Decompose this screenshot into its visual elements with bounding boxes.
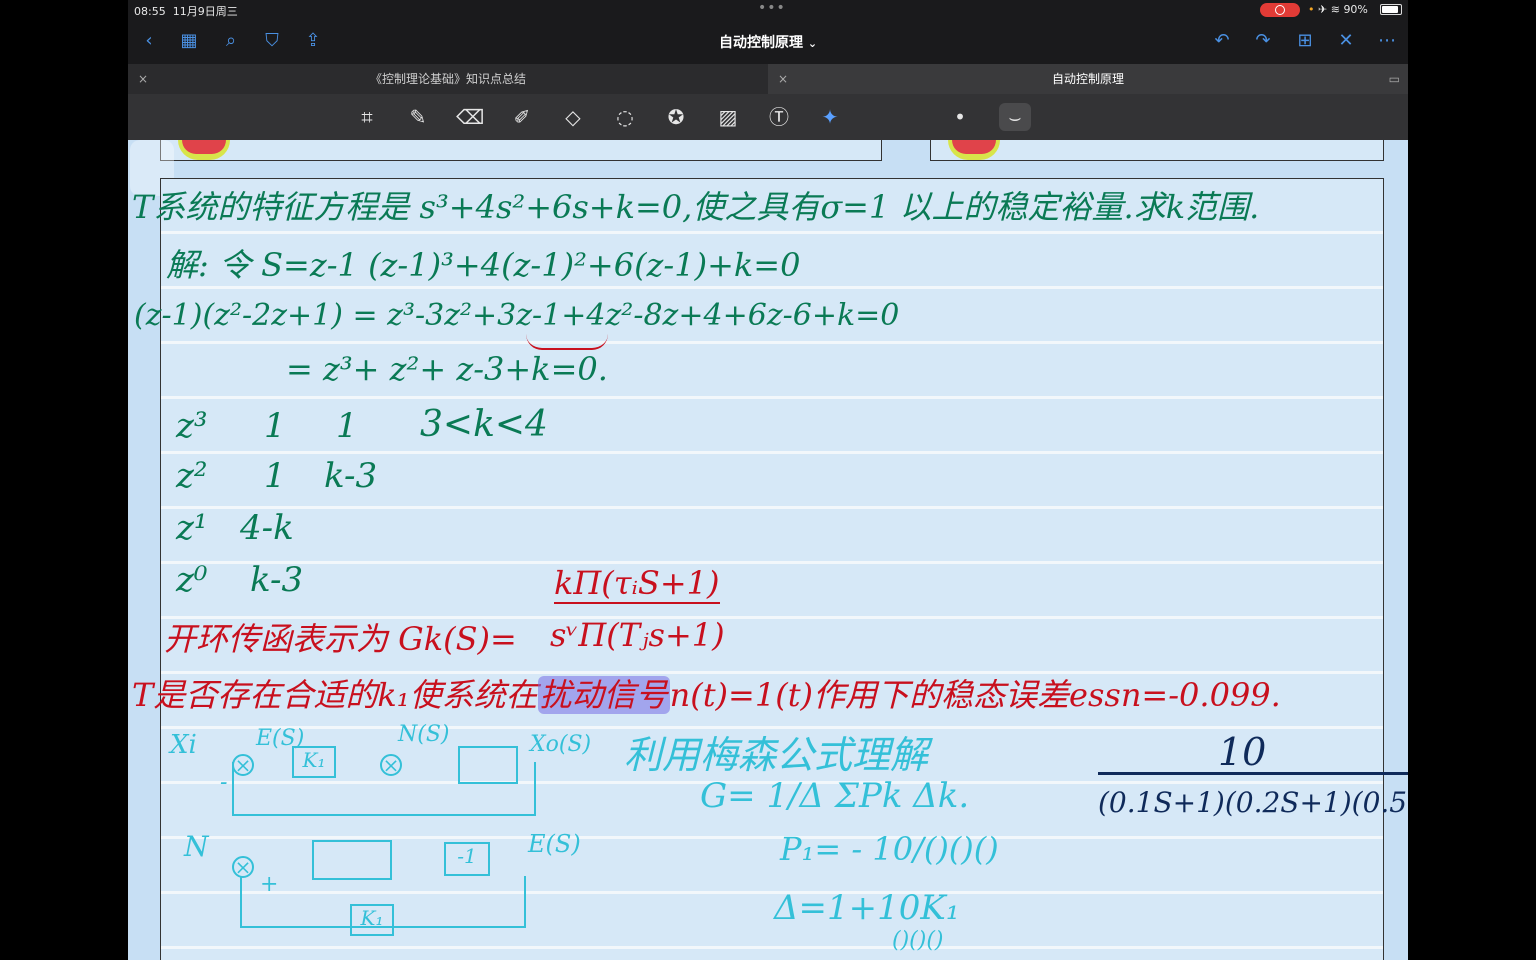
- routh-row-z1: z¹ 4-k: [176, 508, 294, 548]
- document-tabs: × 《控制理论基础》知识点总结 × 自动控制原理 ▭: [128, 64, 1408, 94]
- top-bar: 08:55 11月9日周三 ••• • ✈ ≋ 90% ‹ ▦ ⌕ ⛉ ⇪ 自动…: [128, 0, 1408, 64]
- share-icon[interactable]: ⇪: [302, 30, 324, 52]
- gk-denominator: sᵛΠ(Tⱼs+1): [550, 616, 725, 654]
- notebook-page[interactable]: T系统的特征方程是 s³+4s²+6s+k=0,使之具有σ=1 以上的稳定裕量.…: [128, 140, 1408, 960]
- eraser-icon[interactable]: ⌫: [456, 103, 484, 131]
- add-page-icon[interactable]: ⊞: [1294, 30, 1316, 52]
- simplified-equation: = z³+ z²+ z-3+k=0.: [286, 350, 608, 388]
- solution-substitution: 解: 令 S=z-1 (z-1)³+4(z-1)²+6(z-1)+k=0: [166, 246, 801, 284]
- back-icon[interactable]: ‹: [138, 30, 160, 52]
- text-icon[interactable]: Ⓣ: [765, 103, 793, 131]
- sticker-icon[interactable]: ✪: [662, 103, 690, 131]
- fraction-bar: [1098, 772, 1408, 775]
- open-loop-tf-label: 开环传函表示为 Gk(S)=: [164, 620, 517, 658]
- laser-pointer-icon[interactable]: ✦: [816, 103, 844, 131]
- stroke-style-selected[interactable]: ⌣: [999, 103, 1031, 131]
- tf-denominator: (0.1S+1)(0.2S+1)(0.5S+1): [1098, 786, 1408, 819]
- shapes-icon[interactable]: ◇: [559, 103, 587, 131]
- mason-formula: G= 1/Δ ΣPk Δk.: [700, 776, 970, 816]
- delta-denominator: ()()(): [892, 928, 944, 953]
- highlighter-icon[interactable]: ✐: [508, 103, 536, 131]
- status-indicators: • ✈ ≋ 90%: [1308, 3, 1368, 16]
- gk-numerator: kΠ(τᵢS+1): [554, 564, 720, 604]
- image-icon[interactable]: ▨: [714, 103, 742, 131]
- problem-statement: T系统的特征方程是 s³+4s²+6s+k=0,使之具有σ=1 以上的稳定裕量.…: [132, 188, 1260, 226]
- pen-icon[interactable]: ✎: [404, 103, 432, 131]
- multitask-dots-icon[interactable]: •••: [758, 0, 786, 16]
- red-underline: [526, 334, 608, 350]
- mason-title: 利用梅森公式理解: [624, 733, 929, 777]
- lasso-icon[interactable]: ◌: [611, 103, 639, 131]
- tab-automatic-control[interactable]: × 自动控制原理 ▭: [768, 64, 1408, 94]
- disturbance-question: T是否存在合适的k₁使系统在扰动信号n(t)=1(t)作用下的稳态误差essn=…: [132, 676, 1281, 714]
- undo-icon[interactable]: ↶: [1211, 30, 1233, 52]
- drawing-toolbar: ⌗ ✎ ⌫ ✐ ◇ ◌ ✪ ▨ Ⓣ ✦ • ⌣: [128, 94, 1408, 140]
- path-gain-p1: P₁= - 10/()()(): [780, 830, 999, 868]
- k-range: 3<k<4: [420, 404, 548, 445]
- lasso-zoom-icon[interactable]: ⌗: [353, 103, 381, 131]
- screen-recording-icon: [1260, 3, 1300, 17]
- status-time: 08:55 11月9日周三: [134, 5, 238, 18]
- expansion-line: (z-1)(z²-2z+1) = z³-3z²+3z-1+4z²-8z+4+6z…: [134, 298, 900, 333]
- tab-control-theory-summary[interactable]: × 《控制理论基础》知识点总结: [128, 64, 768, 94]
- previous-sheet-left: [160, 140, 882, 161]
- routh-row-z3: z³ 1 1: [176, 406, 358, 446]
- battery-icon: [1380, 4, 1402, 15]
- redo-icon[interactable]: ↷: [1252, 30, 1274, 52]
- tf-numerator: 10: [1218, 730, 1267, 774]
- bookmark-icon[interactable]: ⛉: [261, 30, 283, 52]
- stroke-dot-size[interactable]: •: [946, 103, 974, 131]
- routh-row-z2: z² 1 k-3: [176, 456, 378, 496]
- close-x-icon[interactable]: ✕: [1335, 30, 1357, 52]
- determinant-delta: Δ=1+10K₁: [774, 888, 960, 928]
- routh-row-z0: z⁰ k-3: [176, 560, 304, 600]
- grid-icon[interactable]: ▦: [178, 30, 200, 52]
- document-title-button[interactable]: 自动控制原理 ⌄: [688, 32, 848, 52]
- app-screen: 08:55 11月9日周三 ••• • ✈ ≋ 90% ‹ ▦ ⌕ ⛉ ⇪ 自动…: [128, 0, 1408, 960]
- split-view-icon[interactable]: ▭: [1389, 64, 1400, 94]
- more-icon[interactable]: ⋯: [1376, 30, 1398, 52]
- search-icon[interactable]: ⌕: [220, 30, 242, 52]
